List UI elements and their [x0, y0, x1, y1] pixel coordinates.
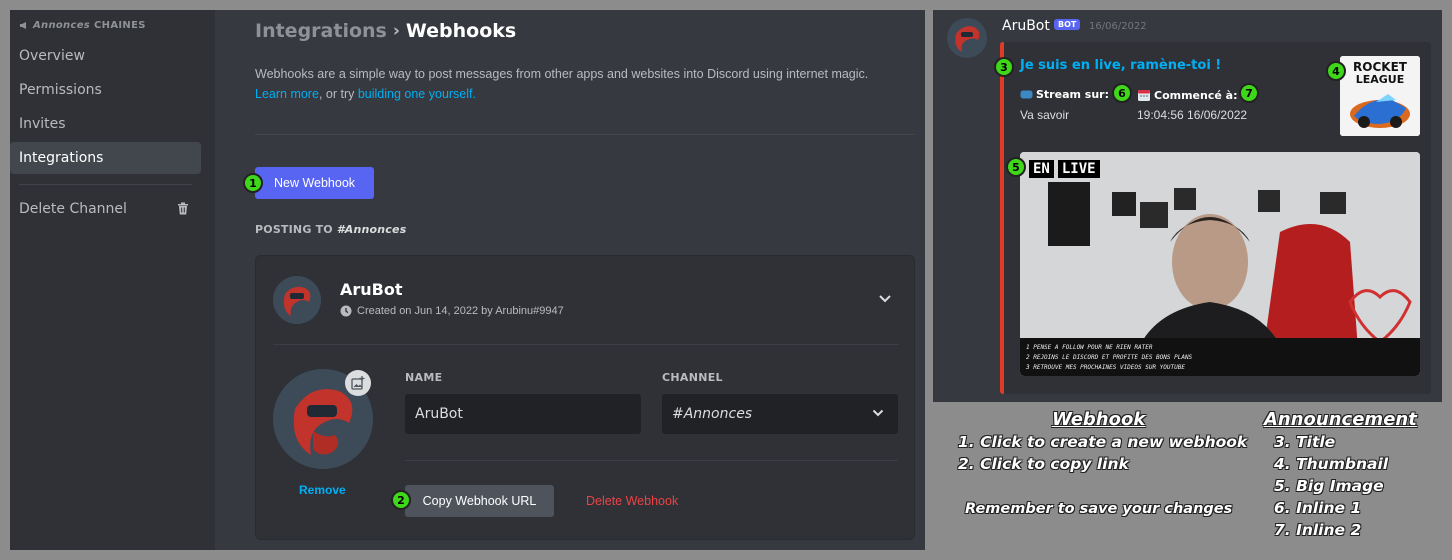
discord-settings-panel: Annonces CHAINES Overview Permissions In… [10, 10, 925, 550]
channel-select[interactable]: #Annonces [662, 394, 898, 434]
thumb-text-2: LEAGUE [1356, 73, 1405, 86]
thumb-text-1: ROCKET [1353, 60, 1408, 74]
legend-announcement-item-3: 3. Title [1274, 433, 1336, 451]
callout-badge-7: 7 [1239, 83, 1259, 103]
sidebar-divider [19, 184, 192, 185]
legend-reminder: Remember to save your changes [965, 501, 1233, 517]
bot-avatar-image [273, 276, 321, 324]
legend-announcement-item-4: 4. Thumbnail [1274, 455, 1389, 473]
page-title: Webhooks [405, 20, 517, 42]
new-webhook-button[interactable]: New Webhook [255, 167, 374, 199]
posting-to-text: POSTING TO [255, 223, 333, 236]
image-line-3: 3 RETROUVE MES PROCHAINES VIDEOS SUR YOU… [1026, 364, 1185, 371]
field-1-label: Stream sur: [1036, 88, 1109, 101]
channel-label: CHANNEL [662, 371, 723, 384]
posting-channel: #Annonces [336, 223, 407, 236]
bot-tag: BOT [1054, 19, 1081, 30]
inline-field-1-value: Va savoir [1020, 108, 1070, 122]
inline-field-2-value: 19:04:56 16/06/2022 [1137, 108, 1248, 122]
embed-title[interactable]: Je suis en live, ramène-toi ! [1020, 58, 1221, 73]
settings-sidebar: Annonces CHAINES Overview Permissions In… [10, 10, 215, 550]
build-yourself-link[interactable]: building one yourself. [358, 87, 476, 101]
webhooks-description: Webhooks are a simple way to post messag… [255, 64, 905, 104]
calendar-icon [1138, 90, 1150, 101]
card-divider [273, 344, 899, 345]
legend-announcement-item-6: 6. Inline 1 [1274, 499, 1362, 517]
breadcrumb: Integrations › Webhooks [255, 20, 516, 42]
delete-webhook-button[interactable]: Delete Webhook [586, 485, 678, 517]
live-tag: EN LIVE [1029, 160, 1100, 178]
image-caption-lines: 1 PENSE A FOLLOW POUR NE RIEN RATER 2 RE… [1020, 338, 1420, 376]
rocket-league-logo: ROCKET LEAGUE [1340, 56, 1420, 136]
trash-icon [178, 202, 188, 215]
sidebar-item-permissions[interactable]: Permissions [10, 74, 201, 106]
breadcrumb-separator: › [392, 21, 400, 41]
legend-webhook-item-1: 1. Click to create a new webhook [958, 433, 1248, 451]
breadcrumb-integrations[interactable]: Integrations [255, 20, 387, 42]
chevron-down-icon[interactable] [878, 294, 892, 304]
delete-channel-button[interactable]: Delete Channel [10, 193, 201, 225]
channel-select-value: #Annonces [672, 406, 753, 422]
megaphone-icon [20, 22, 26, 29]
or-try-text: , or try [318, 87, 358, 101]
image-upload-button[interactable] [345, 370, 371, 396]
legend-webhook-heading: Webhook [1052, 409, 1146, 430]
embed-card: Je suis en live, ramène-toi ! Stream sur… [1000, 42, 1431, 394]
legend-announcement-heading: Announcement [1264, 409, 1417, 430]
live-tag-live: LIVE [1057, 160, 1100, 178]
legend-webhook-item-2: 2. Click to copy link [958, 455, 1129, 473]
image-line-1: 1 PENSE A FOLLOW POUR NE RIEN RATER [1026, 344, 1153, 351]
callout-badge-6: 6 [1112, 83, 1132, 103]
author-name: AruBot [1002, 18, 1050, 34]
callout-badge-1: 1 [243, 173, 263, 193]
name-label: NAME [405, 371, 443, 384]
callout-badge-2: 2 [391, 490, 411, 510]
inline-field-2-name: Commencé à: [1137, 88, 1237, 102]
callout-badge-3: 3 [994, 57, 1014, 77]
stream-icon [1020, 90, 1033, 99]
channel-name: Annonces [33, 20, 91, 31]
embed-preview-panel: AruBot BOT 16/06/2022 Je suis en live, r… [933, 10, 1442, 402]
webhook-card: AruBot Created on Jun 14, 2022 by Arubin… [255, 255, 915, 540]
inline-field-1-name: Stream sur: [1020, 88, 1109, 101]
message-date: 16/06/2022 [1089, 21, 1147, 32]
image-upload-icon [351, 376, 365, 390]
image-line-2: 2 REJOINS LE DISCORD ET PROFITE DES BONS… [1026, 354, 1193, 361]
legend-announcement-item-7: 7. Inline 2 [1274, 521, 1362, 539]
embed-big-image: EN LIVE 1 PENSE A FOLLOW POUR NE RIEN RA… [1020, 152, 1420, 376]
name-input-value: AruBot [415, 406, 463, 422]
clock-icon [340, 305, 352, 317]
sidebar-item-integrations[interactable]: Integrations [10, 142, 201, 174]
learn-more-link[interactable]: Learn more [255, 87, 319, 101]
bot-avatar-small[interactable] [273, 276, 321, 324]
webhooks-page: Integrations › Webhooks Webhooks are a s… [255, 10, 925, 550]
card-divider-2 [405, 460, 898, 461]
legend-announcement-item-5: 5. Big Image [1274, 477, 1384, 495]
webhook-name: AruBot [340, 280, 403, 299]
live-tag-en: EN [1029, 160, 1054, 178]
webhook-created: Created on Jun 14, 2022 by Arubinu#9947 [340, 305, 564, 317]
sidebar-item-invites[interactable]: Invites [10, 108, 201, 140]
sidebar-item-overview[interactable]: Overview [10, 40, 201, 72]
callout-badge-5: 5 [1006, 157, 1026, 177]
created-text: Created on Jun 14, 2022 by Arubinu#9947 [357, 305, 564, 317]
webhook-name-input[interactable]: AruBot [405, 394, 641, 434]
description-text: Webhooks are a simple way to post messag… [255, 67, 869, 81]
author-avatar [947, 18, 987, 58]
field-2-label: Commencé à: [1154, 88, 1238, 102]
author-avatar-image [947, 18, 987, 58]
category-name: CHAINES [94, 20, 146, 31]
section-divider [255, 134, 915, 135]
posting-to-label: POSTING TO #Annonces [255, 223, 406, 236]
channel-header: Annonces CHAINES [19, 20, 146, 31]
callout-badge-4: 4 [1326, 61, 1346, 81]
embed-thumbnail: ROCKET LEAGUE [1340, 56, 1420, 136]
copy-webhook-url-button[interactable]: Copy Webhook URL [405, 485, 554, 517]
delete-channel-label: Delete Channel [19, 201, 127, 217]
remove-avatar-link[interactable]: Remove [299, 483, 346, 497]
chevron-down-icon [872, 409, 884, 417]
